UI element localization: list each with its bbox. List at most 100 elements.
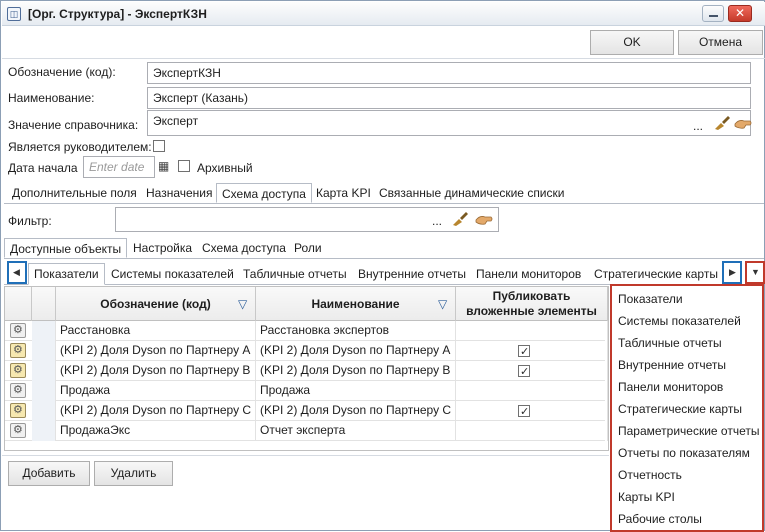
header-select-col [32, 287, 56, 321]
title-bar[interactable]: ◫ [Орг. Структура] - ЭкспертКЗН ✕ [2, 2, 765, 26]
add-button[interactable]: Добавить [8, 461, 90, 486]
menu-item[interactable]: Стратегические карты [618, 398, 742, 420]
menu-item[interactable]: Панели мониторов [618, 376, 723, 398]
table-row[interactable]: (KPI 2) Доля Dyson по Партнеру А (KPI 2)… [5, 341, 608, 361]
publish-checkbox[interactable] [518, 363, 530, 381]
cell-code: (KPI 2) Доля Dyson по Партнеру А [56, 341, 256, 361]
cell-code: (KPI 2) Доля Dyson по Партнеру С [56, 401, 256, 421]
row-selector[interactable] [32, 381, 56, 401]
header-name-label: Наименование [311, 297, 400, 311]
menu-item[interactable]: Отчетность [618, 464, 682, 486]
cell-code: (KPI 2) Доля Dyson по Партнеру В [56, 361, 256, 381]
table-row[interactable]: (KPI 2) Доля Dyson по Партнеру В (KPI 2)… [5, 361, 608, 381]
cell-name: Расстановка экспертов [256, 321, 456, 341]
cell-publish [456, 341, 608, 361]
close-icon: ✕ [735, 6, 746, 20]
tab-linked-lists[interactable]: Связанные динамические списки [374, 183, 569, 203]
tab-assignments[interactable]: Назначения [141, 183, 218, 203]
scroll-left-button[interactable]: ◀ [7, 261, 27, 284]
cancel-button[interactable]: Отмена [678, 30, 763, 55]
scroll-right-button[interactable]: ▶ [722, 261, 742, 284]
header-code[interactable]: Обозначение (код) ▽ [56, 287, 256, 321]
ref-field[interactable]: Эксперт ... [147, 110, 752, 136]
close-button[interactable]: ✕ [728, 5, 752, 22]
ref-value: Эксперт [153, 114, 199, 128]
menu-item[interactable]: Параметрические отчеты [618, 420, 760, 442]
tab-additional-fields[interactable]: Дополнительные поля [7, 183, 142, 203]
tab-settings[interactable]: Настройка [128, 238, 197, 258]
divider [2, 58, 765, 59]
object-tab-indicators[interactable]: Показатели [28, 263, 105, 285]
filter-icon[interactable]: ▽ [438, 287, 447, 321]
tabs-dropdown-button[interactable]: ▼ [745, 261, 765, 284]
cell-code: Расстановка [56, 321, 256, 341]
tabs-dropdown-menu: Показатели Системы показателей Табличные… [610, 284, 764, 532]
row-selector[interactable] [32, 341, 56, 361]
arrow-left-icon: ◀ [13, 267, 20, 277]
object-tab-monitor-panels[interactable]: Панели мониторов [471, 264, 586, 284]
folder-gear-icon [10, 363, 26, 378]
tab-roles[interactable]: Роли [289, 238, 327, 258]
filter-select-hand-icon[interactable] [475, 212, 493, 228]
code-label: Обозначение (код): [8, 65, 116, 79]
name-label: Наименование: [8, 91, 95, 105]
clear-brush-icon[interactable] [713, 115, 731, 131]
tab-kpi-map[interactable]: Карта KPI [311, 183, 376, 203]
calendar-icon[interactable]: ▦ [158, 157, 172, 175]
archive-checkbox[interactable] [178, 160, 190, 172]
menu-item[interactable]: Внутренние отчеты [618, 354, 726, 376]
ok-button[interactable]: OK [590, 30, 674, 55]
cell-code: ПродажаЭкс [56, 421, 256, 441]
filter-label: Фильтр: [8, 214, 52, 228]
select-hand-icon[interactable] [734, 116, 752, 132]
objects-grid: Обозначение (код) ▽ Наименование ▽ Публи… [4, 286, 609, 451]
menu-item[interactable]: Системы показателей [618, 310, 741, 332]
ref-ellipsis-button[interactable]: ... [693, 119, 703, 133]
tab-sub-access-scheme[interactable]: Схема доступа [197, 238, 291, 258]
filter-icon[interactable]: ▽ [238, 287, 247, 321]
menu-item[interactable]: Показатели [618, 288, 683, 310]
start-date-label: Дата начала [8, 161, 78, 175]
window-title: [Орг. Структура] - ЭкспертКЗН [28, 7, 207, 21]
start-date-field[interactable]: Enter date [83, 156, 155, 178]
table-row[interactable]: Расстановка Расстановка экспертов [5, 321, 608, 341]
folder-gear-icon [10, 403, 26, 418]
publish-checkbox[interactable] [518, 343, 530, 361]
filter-clear-brush-icon[interactable] [451, 211, 469, 227]
tab-available-objects[interactable]: Доступные объекты [4, 238, 128, 258]
object-tab-strategic-maps[interactable]: Стратегические карты [589, 264, 723, 284]
menu-item[interactable]: Табличные отчеты [618, 332, 722, 354]
object-tab-table-reports[interactable]: Табличные отчеты [238, 264, 352, 284]
row-selector[interactable] [32, 321, 56, 341]
object-tab-internal-reports[interactable]: Внутренние отчеты [353, 264, 471, 284]
name-field[interactable]: Эксперт (Казань) [147, 87, 751, 109]
table-row[interactable]: Продажа Продажа [5, 381, 608, 401]
row-selector[interactable] [32, 361, 56, 381]
header-publish[interactable]: Публиковать вложенные элементы [456, 287, 608, 321]
table-row[interactable]: (KPI 2) Доля Dyson по Партнеру С (KPI 2)… [5, 401, 608, 421]
table-row[interactable]: ПродажаЭкс Отчет эксперта [5, 421, 608, 441]
minimize-button[interactable] [702, 5, 724, 22]
tab-access-scheme[interactable]: Схема доступа [216, 183, 312, 203]
filter-ellipsis-button[interactable]: ... [432, 214, 442, 228]
header-name[interactable]: Наименование ▽ [256, 287, 456, 321]
is-head-label: Является руководителем: [8, 140, 152, 154]
cell-name: Отчет эксперта [256, 421, 456, 441]
cell-publish [456, 321, 608, 341]
menu-item[interactable]: Отчеты по показателям [618, 442, 750, 464]
object-tabs: ◀ Показатели Системы показателей Табличн… [4, 261, 765, 285]
dialog-window: ◫ [Орг. Структура] - ЭкспертКЗН ✕ OK Отм… [0, 0, 765, 532]
row-selector[interactable] [32, 421, 56, 441]
cell-name: Продажа [256, 381, 456, 401]
menu-item[interactable]: Рабочие столы [618, 508, 702, 530]
row-selector[interactable] [32, 401, 56, 421]
cell-publish [456, 421, 608, 441]
code-field[interactable]: ЭкспертКЗН [147, 62, 751, 84]
is-head-checkbox[interactable] [153, 140, 165, 152]
filter-field[interactable]: ... [115, 207, 499, 232]
cell-code: Продажа [56, 381, 256, 401]
object-tab-indicator-systems[interactable]: Системы показателей [106, 264, 239, 284]
publish-checkbox[interactable] [518, 403, 530, 421]
delete-button[interactable]: Удалить [94, 461, 173, 486]
menu-item[interactable]: Карты KPI [618, 486, 675, 508]
